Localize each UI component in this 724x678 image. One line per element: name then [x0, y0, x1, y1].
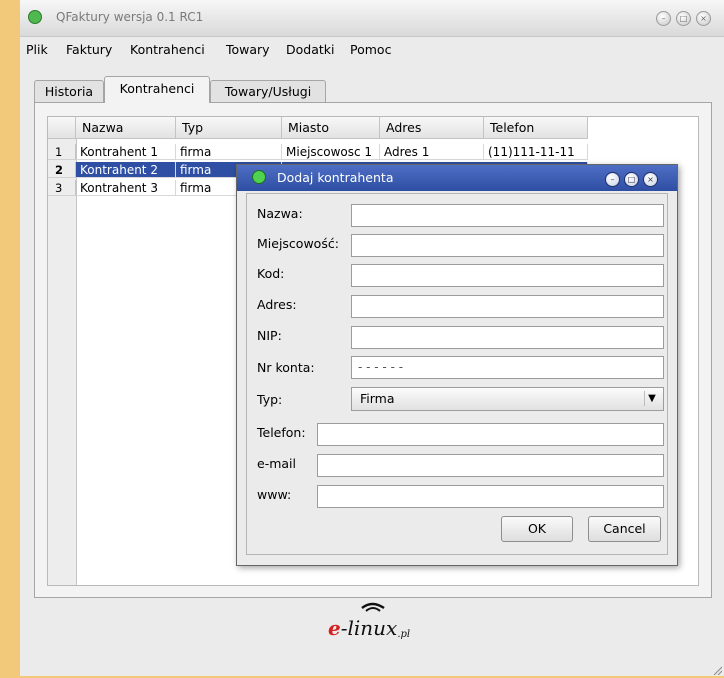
miejscowosc-input[interactable] — [351, 234, 664, 257]
app-icon — [252, 170, 266, 184]
typ-select-value: Firma — [360, 391, 395, 406]
column-header-miasto[interactable]: Miasto — [282, 117, 380, 139]
column-header-telefon[interactable]: Telefon — [484, 117, 588, 139]
label-email: e-mail — [257, 456, 296, 471]
table-cell[interactable]: Miejscowosc 1 — [282, 144, 380, 160]
table-cell[interactable]: firma — [176, 144, 282, 160]
nazwa-input[interactable] — [351, 204, 664, 227]
nr-konta-input[interactable]: - - - - - - — [351, 356, 664, 379]
ok-button[interactable]: OK — [501, 516, 573, 542]
menubar: Plik Faktury Kontrahenci Towary Dodatki … — [20, 38, 724, 60]
row-header-column — [48, 139, 77, 585]
e-linux-logo: e-linux.pl — [328, 602, 410, 640]
table-cell[interactable]: Kontrahent 3 — [76, 180, 176, 196]
row-number[interactable]: 3 — [48, 180, 76, 196]
email-input[interactable] — [317, 454, 664, 477]
chevron-down-icon: ▼ — [644, 391, 659, 406]
dialog-title: Dodaj kontrahenta — [277, 170, 394, 185]
kod-input[interactable] — [351, 264, 664, 287]
maximize-icon[interactable]: □ — [624, 172, 639, 187]
column-header-typ[interactable]: Typ — [176, 117, 282, 139]
menu-towary[interactable]: Towary — [226, 42, 270, 57]
menu-dodatki[interactable]: Dodatki — [286, 42, 334, 57]
label-nip: NIP: — [257, 328, 282, 343]
telefon-input[interactable] — [317, 423, 664, 446]
minimize-icon[interactable]: – — [605, 172, 620, 187]
tab-historia[interactable]: Historia — [34, 80, 104, 103]
dialog-body: Nazwa: Miejscowość: Kod: Adres: NIP: Nr … — [246, 193, 668, 555]
typ-select[interactable]: Firma ▼ — [351, 387, 664, 411]
label-telefon: Telefon: — [257, 425, 306, 440]
cancel-button[interactable]: Cancel — [588, 516, 661, 542]
column-header-nazwa[interactable]: Nazwa — [76, 117, 176, 139]
dialog-titlebar[interactable]: Dodaj kontrahenta – □ × — [237, 165, 677, 191]
label-typ: Typ: — [257, 392, 283, 407]
www-input[interactable] — [317, 485, 664, 508]
minimize-icon[interactable]: – — [656, 11, 671, 26]
add-contractor-dialog: Dodaj kontrahenta – □ × Nazwa: Miejscowo… — [236, 164, 678, 566]
row-number[interactable]: 2 — [48, 162, 76, 178]
label-miejscowosc: Miejscowość: — [257, 236, 339, 251]
table-cell[interactable]: (11)111-11-11 — [484, 144, 588, 160]
menu-plik[interactable]: Plik — [26, 42, 48, 57]
table-cell[interactable]: Adres 1 — [380, 144, 484, 160]
table-cell-selected[interactable]: Kontrahent 2 — [76, 162, 176, 178]
adres-input[interactable] — [351, 295, 664, 318]
app-icon — [28, 10, 42, 24]
logo-text: -linux — [340, 616, 398, 640]
window-title: QFaktury wersja 0.1 RC1 — [56, 10, 204, 24]
label-nr-konta: Nr konta: — [257, 360, 315, 375]
menu-faktury[interactable]: Faktury — [66, 42, 112, 57]
main-titlebar[interactable]: QFaktury wersja 0.1 RC1 – □ × — [20, 0, 724, 37]
label-adres: Adres: — [257, 297, 297, 312]
row-number[interactable]: 1 — [48, 144, 76, 160]
tab-kontrahenci[interactable]: Kontrahenci — [104, 76, 210, 103]
table-cell[interactable]: Kontrahent 1 — [76, 144, 176, 160]
maximize-icon[interactable]: □ — [676, 11, 691, 26]
logo-suffix: .pl — [397, 629, 411, 640]
column-header-adres[interactable]: Adres — [380, 117, 484, 139]
resize-grip[interactable] — [712, 664, 723, 676]
close-icon[interactable]: × — [643, 172, 658, 187]
menu-kontrahenci[interactable]: Kontrahenci — [130, 42, 205, 57]
close-icon[interactable]: × — [696, 11, 711, 26]
label-www: www: — [257, 487, 292, 502]
tab-towary-uslugi[interactable]: Towary/Usługi — [210, 80, 326, 103]
label-nazwa: Nazwa: — [257, 206, 303, 221]
label-kod: Kod: — [257, 266, 285, 281]
nip-input[interactable] — [351, 326, 664, 349]
menu-pomoc[interactable]: Pomoc — [350, 42, 391, 57]
table-corner — [48, 117, 76, 139]
logo-e: e — [328, 616, 341, 640]
